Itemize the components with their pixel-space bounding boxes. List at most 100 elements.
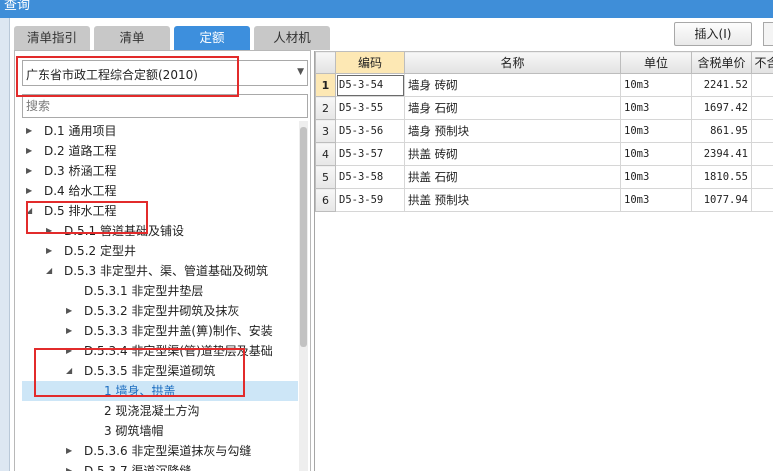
insert-button[interactable]: 插入(I) [674,22,752,46]
tab-labor-material-machine[interactable]: 人材机 [254,26,330,50]
cell-unit[interactable]: 10m3 [620,73,692,97]
cell-unit[interactable]: 10m3 [620,119,692,143]
cell-price[interactable]: 1810.55 [691,165,752,189]
cell-price-without-tax[interactable] [751,188,773,212]
collapse-arrow-icon[interactable]: ◢ [66,361,76,381]
tree-item-label: D.5.3.4 非定型渠(管)道垫层及基础 [84,344,273,358]
cell-price-without-tax[interactable] [751,96,773,120]
cell-name[interactable]: 墙身 砖砌 [404,73,621,97]
cell-price-without-tax[interactable] [751,142,773,166]
cell-price-without-tax[interactable] [751,73,773,97]
row-number: 5 [315,165,336,189]
table-row[interactable]: 4 D5-3-57 拱盖 砖砌 10m3 2394.41 [315,142,773,166]
cell-code[interactable]: D5-3-59 [335,188,405,212]
quota-table: 编码 名称 单位 含税单价 不含 1 D5-3-54 墙身 砖砌 10m3 22… [315,51,773,212]
expand-arrow-icon[interactable]: ▶ [66,321,76,341]
header-price-without-tax[interactable]: 不含 [751,51,773,74]
tree-item-d5-3-5[interactable]: ◢ D.5.3.5 非定型渠道砌筑 [22,361,298,381]
dropdown-arrow-icon: ▼ [297,67,304,77]
window-titlebar: 查询 [0,0,773,18]
tree-item-d5-3-7[interactable]: ▶ D.5.3.7 渠道沉降缝 [22,461,298,471]
quota-chapter-tree: ▶ D.1 通用项目 ▶ D.2 道路工程 ▶ D.3 桥涵工程 ▶ D.4 给水工程 … [22,121,298,471]
cell-price[interactable]: 2394.41 [691,142,752,166]
tree-item-label: D.4 给水工程 [44,184,117,198]
cell-code[interactable]: D5-3-55 [335,96,405,120]
cell-price[interactable]: 1697.42 [691,96,752,120]
cell-unit[interactable]: 10m3 [620,142,692,166]
cell-name[interactable]: 墙身 预制块 [404,119,621,143]
tree-scrollbar[interactable] [299,121,308,471]
cell-name[interactable]: 拱盖 砖砌 [404,142,621,166]
header-code[interactable]: 编码 [335,51,405,74]
expand-arrow-icon[interactable]: ▶ [26,181,36,201]
tree-item-d4[interactable]: ▶ D.4 给水工程 [22,181,298,201]
tree-item-d3[interactable]: ▶ D.3 桥涵工程 [22,161,298,181]
tree-item-label: D.5.1 管道基础及铺设 [64,224,184,238]
table-row[interactable]: 1 D5-3-54 墙身 砖砌 10m3 2241.52 [315,73,773,97]
tree-item-d5-3-1[interactable]: D.5.3.1 非定型井垫层 [22,281,298,301]
tree-item-d2[interactable]: ▶ D.2 道路工程 [22,141,298,161]
tree-item-d5-3-4[interactable]: ▶ D.5.3.4 非定型渠(管)道垫层及基础 [22,341,298,361]
row-number: 3 [315,119,336,143]
tree-item-d5-3-6[interactable]: ▶ D.5.3.6 非定型渠道抹灰与勾缝 [22,441,298,461]
cell-price[interactable]: 861.95 [691,119,752,143]
tree-item-label: D.2 道路工程 [44,144,117,158]
cell-price[interactable]: 1077.94 [691,188,752,212]
tree-item-d5-3-3[interactable]: ▶ D.5.3.3 非定型井盖(箅)制作、安装 [22,321,298,341]
collapse-arrow-icon[interactable]: ◢ [26,201,36,221]
tree-item-d5-2[interactable]: ▶ D.5.2 定型井 [22,241,298,261]
tree-item-d5[interactable]: ◢ D.5 排水工程 [22,201,298,221]
cell-price[interactable]: 2241.52 [691,73,752,97]
tree-item-d5-3[interactable]: ◢ D.5.3 非定型井、渠、管道基础及砌筑 [22,261,298,281]
tree-item-label: D.5.3.7 渠道沉降缝 [84,464,192,471]
table-row[interactable]: 6 D5-3-59 拱盖 预制块 10m3 1077.94 [315,188,773,212]
tree-item-label: 2 现浇混凝土方沟 [104,404,200,418]
cell-price-without-tax[interactable] [751,165,773,189]
cell-code[interactable]: D5-3-56 [335,119,405,143]
expand-arrow-icon[interactable]: ▶ [66,301,76,321]
collapse-arrow-icon[interactable]: ◢ [46,261,56,281]
expand-arrow-icon[interactable]: ▶ [46,221,56,241]
expand-arrow-icon[interactable]: ▶ [26,161,36,181]
tree-item-label: 1 墙身、拱盖 [104,384,176,398]
tab-quota[interactable]: 定额 [174,26,250,50]
header-price-with-tax[interactable]: 含税单价 [691,51,752,74]
cell-price-without-tax[interactable] [751,119,773,143]
search-input[interactable] [22,94,308,118]
replace-button[interactable] [763,22,773,46]
header-unit[interactable]: 单位 [620,51,692,74]
expand-arrow-icon[interactable]: ▶ [66,461,76,471]
cell-name[interactable]: 拱盖 预制块 [404,188,621,212]
cell-unit[interactable]: 10m3 [620,188,692,212]
cell-name[interactable]: 拱盖 石砌 [404,165,621,189]
table-row[interactable]: 2 D5-3-55 墙身 石砌 10m3 1697.42 [315,96,773,120]
header-name[interactable]: 名称 [404,51,621,74]
tab-list[interactable]: 清单 [94,26,170,50]
expand-arrow-icon[interactable]: ▶ [46,241,56,261]
cell-code[interactable]: D5-3-58 [335,165,405,189]
tree-item-label: D.5.3.3 非定型井盖(箅)制作、安装 [84,324,273,338]
table-row[interactable]: 3 D5-3-56 墙身 预制块 10m3 861.95 [315,119,773,143]
cell-code[interactable]: D5-3-57 [335,142,405,166]
table-row[interactable]: 5 D5-3-58 拱盖 石砌 10m3 1810.55 [315,165,773,189]
tree-item-d5-1[interactable]: ▶ D.5.1 管道基础及铺设 [22,221,298,241]
quota-library-select[interactable]: 广东省市政工程综合定额(2010) ▼ [22,60,308,86]
expand-arrow-icon[interactable]: ▶ [66,441,76,461]
row-number: 1 [315,73,336,97]
window-title: 查询 [4,0,31,13]
tree-item-wall-arch[interactable]: 1 墙身、拱盖 [22,381,298,401]
tree-item-d1[interactable]: ▶ D.1 通用项目 [22,121,298,141]
tab-list-guide[interactable]: 清单指引 [14,26,90,50]
expand-arrow-icon[interactable]: ▶ [26,141,36,161]
tree-item-cast-concrete-trench[interactable]: 2 现浇混凝土方沟 [22,401,298,421]
expand-arrow-icon[interactable]: ▶ [26,121,36,141]
cell-name[interactable]: 墙身 石砌 [404,96,621,120]
tree-item-d5-3-2[interactable]: ▶ D.5.3.2 非定型井砌筑及抹灰 [22,301,298,321]
tree-scrollbar-thumb[interactable] [300,127,307,347]
expand-arrow-icon[interactable]: ▶ [66,341,76,361]
tree-item-label: D.5.3.6 非定型渠道抹灰与勾缝 [84,444,252,458]
cell-unit[interactable]: 10m3 [620,165,692,189]
cell-code[interactable]: D5-3-54 [335,73,405,97]
cell-unit[interactable]: 10m3 [620,96,692,120]
tree-item-wall-cap[interactable]: 3 砌筑墙帽 [22,421,298,441]
